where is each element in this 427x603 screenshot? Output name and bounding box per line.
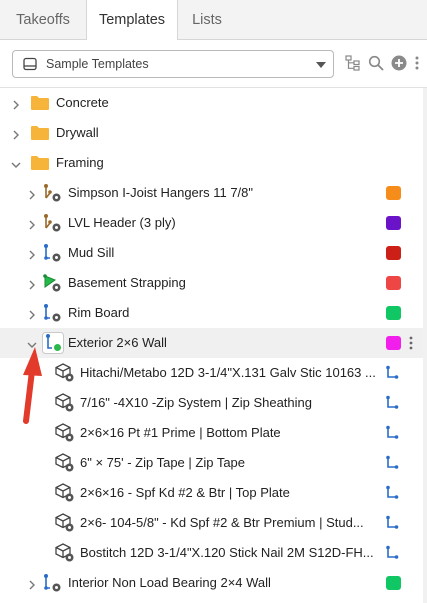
tab-lists[interactable]: Lists [178, 0, 236, 40]
assembly-part-row[interactable]: 2×6- 104-5/8" - Kd Spf #2 & Btr Premium … [0, 508, 427, 538]
chevron-right-icon[interactable] [27, 578, 37, 593]
assembly-part-icon [54, 423, 76, 446]
template-tree: Concrete Drywall Framing Simpson I-Joist Ha… [0, 88, 427, 603]
search-icon[interactable] [368, 55, 384, 71]
color-swatch[interactable] [386, 306, 401, 320]
folder-icon [30, 155, 50, 174]
color-swatch[interactable] [386, 576, 401, 590]
folder-icon [30, 95, 50, 114]
takeoff-item-row[interactable]: Basement Strapping [0, 268, 427, 298]
linked-measure-icon[interactable] [384, 395, 400, 414]
linked-measure-icon[interactable] [384, 425, 400, 444]
row-menu-icon[interactable] [408, 335, 414, 354]
folder-row[interactable]: Drywall [0, 118, 427, 148]
assembly-part-icon [54, 513, 76, 536]
tree-item-label: 2×6- 104-5/8" - Kd Spf #2 & Btr Premium … [80, 515, 364, 530]
takeoff-item-row[interactable]: LVL Header (3 ply) [0, 208, 427, 238]
folder-icon [30, 125, 50, 144]
tree-item-label: Interior Non Load Bearing 2×4 Wall [68, 575, 271, 590]
template-set-select[interactable]: Sample Templates [12, 50, 334, 78]
takeoff-item-row[interactable]: Rim Board [0, 298, 427, 328]
tree-item-label: Bostitch 12D 3-1/4"X.120 Stick Nail 2M S… [80, 545, 374, 560]
tree-item-label: Framing [56, 155, 104, 170]
folder-row[interactable]: Framing [0, 148, 427, 178]
chevron-right-icon[interactable] [27, 248, 37, 263]
assembly-part-icon [54, 393, 76, 416]
color-swatch[interactable] [386, 246, 401, 260]
takeoff-item-row[interactable]: Interior Non Load Bearing 2×4 Wall [0, 568, 427, 598]
linked-measure-icon[interactable] [384, 455, 400, 474]
linear-takeoff-icon [42, 243, 64, 266]
tree-item-label: Mud Sill [68, 245, 115, 260]
linked-measure-icon[interactable] [384, 515, 400, 534]
add-icon[interactable] [391, 55, 407, 71]
templates-toolbar: Sample Templates [0, 40, 427, 88]
tree-item-label: 2×6×16 - Spf Kd #2 & Btr | Top Plate [80, 485, 290, 500]
more-options-icon[interactable] [412, 55, 422, 71]
tree-item-label: Rim Board [68, 305, 130, 320]
red-annotation-arrow [23, 347, 42, 424]
tree-item-label: 7/16" -4X10 -Zip System | Zip Sheathing [80, 395, 312, 410]
tree-item-label: Drywall [56, 125, 99, 140]
assembly-part-row[interactable]: 6" × 75' - Zip Tape | Zip Tape [0, 448, 427, 478]
takeoff-item-row[interactable]: Mud Sill [0, 238, 427, 268]
linked-measure-icon[interactable] [384, 545, 400, 564]
area-takeoff-icon [42, 273, 64, 296]
count-takeoff-icon [42, 183, 64, 206]
linear-takeoff-icon [42, 303, 64, 326]
color-swatch[interactable] [386, 186, 401, 200]
tab-takeoffs[interactable]: Takeoffs [0, 0, 86, 40]
takeoff-item-row[interactable]: Exterior 2×6 Wall [0, 328, 427, 358]
linear-takeoff-icon [42, 573, 64, 596]
chevron-right-icon[interactable] [11, 98, 21, 113]
template-set-value: Sample Templates [46, 57, 149, 71]
chevron-right-icon[interactable] [11, 128, 21, 143]
linked-measure-icon[interactable] [384, 365, 400, 384]
assembly-part-row[interactable]: 7/16" -4X10 -Zip System | Zip Sheathing [0, 388, 427, 418]
assembly-part-icon [54, 543, 76, 566]
chevron-right-icon[interactable] [27, 188, 37, 203]
tree-item-label: 6" × 75' - Zip Tape | Zip Tape [80, 455, 246, 470]
chevron-down-icon [316, 62, 326, 68]
tree-item-label: LVL Header (3 ply) [68, 215, 176, 230]
color-swatch[interactable] [386, 336, 401, 350]
template-icon [23, 57, 37, 71]
folder-row[interactable]: Concrete [0, 88, 427, 118]
linear-takeoff-active-icon [42, 332, 64, 357]
takeoff-item-row[interactable]: Simpson I-Joist Hangers 11 7/8" [0, 178, 427, 208]
assembly-part-row[interactable]: Hitachi/Metabo 12D 3-1/4"X.131 Galv Stic… [0, 358, 427, 388]
assembly-part-icon [54, 453, 76, 476]
tab-templates[interactable]: Templates [86, 0, 178, 41]
color-swatch[interactable] [386, 276, 401, 290]
chevron-right-icon[interactable] [27, 218, 37, 233]
chevron-down-icon[interactable] [11, 158, 21, 173]
tree-item-label: Hitachi/Metabo 12D 3-1/4"X.131 Galv Stic… [80, 365, 376, 380]
color-swatch[interactable] [386, 216, 401, 230]
tree-item-label: Basement Strapping [68, 275, 186, 290]
linked-measure-icon[interactable] [384, 485, 400, 504]
chevron-right-icon[interactable] [27, 278, 37, 293]
assembly-part-icon [54, 483, 76, 506]
assembly-part-row[interactable]: 2×6×16 - Spf Kd #2 & Btr | Top Plate [0, 478, 427, 508]
scrollbar[interactable] [423, 88, 427, 603]
assembly-part-row[interactable]: 2×6×16 Pt #1 Prime | Bottom Plate [0, 418, 427, 448]
tree-item-label: Exterior 2×6 Wall [68, 335, 167, 350]
hierarchy-icon[interactable] [345, 55, 361, 71]
assembly-part-row[interactable]: Bostitch 12D 3-1/4"X.120 Stick Nail 2M S… [0, 538, 427, 568]
chevron-right-icon[interactable] [27, 308, 37, 323]
tab-bar: Takeoffs Templates Lists [0, 0, 427, 41]
tree-item-label: Simpson I-Joist Hangers 11 7/8" [68, 185, 254, 200]
tree-item-label: Concrete [56, 95, 109, 110]
tree-item-label: 2×6×16 Pt #1 Prime | Bottom Plate [80, 425, 281, 440]
assembly-part-icon [54, 363, 76, 386]
count-takeoff-icon [42, 213, 64, 236]
